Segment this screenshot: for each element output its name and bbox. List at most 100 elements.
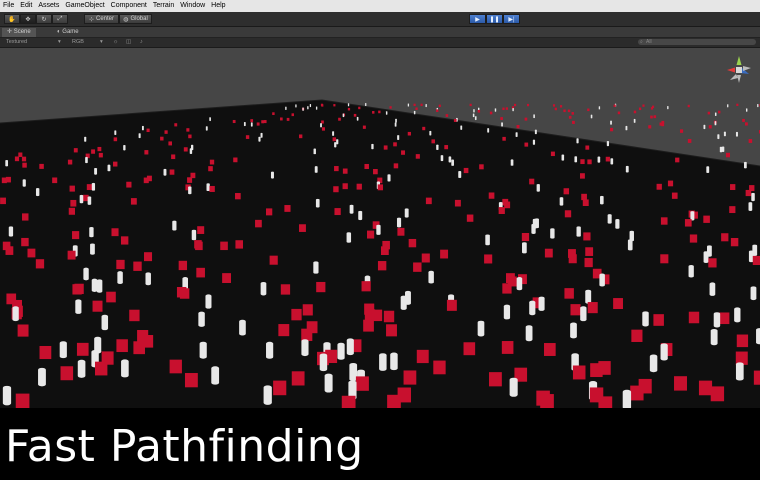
obstacle-cylinder bbox=[285, 106, 287, 110]
obstacle-cylinder bbox=[209, 117, 211, 122]
agent-cube bbox=[70, 199, 77, 207]
pause-button[interactable]: ❚❚ bbox=[486, 14, 503, 24]
obstacle-cylinder bbox=[371, 143, 374, 150]
agent-cube bbox=[184, 373, 198, 388]
obstacle-cylinder bbox=[145, 272, 151, 286]
agent-cube bbox=[667, 180, 674, 187]
scene-lighting-toggle[interactable]: ☼ bbox=[113, 38, 118, 47]
agent-cube bbox=[111, 228, 119, 237]
agent-cube bbox=[169, 169, 175, 175]
agent-cube bbox=[116, 339, 128, 353]
agent-cube bbox=[748, 139, 753, 143]
menu-gameobject[interactable]: GameObject bbox=[62, 0, 107, 12]
agent-cube bbox=[113, 137, 118, 142]
agent-cube bbox=[278, 324, 290, 337]
agent-cube bbox=[233, 157, 238, 163]
obstacle-cylinder bbox=[123, 144, 126, 151]
move-tool-button[interactable]: ✥ bbox=[20, 14, 36, 24]
obstacle-cylinder bbox=[642, 311, 649, 327]
tab-game[interactable]: ◐ Game bbox=[52, 28, 84, 37]
render-mode-dropdown[interactable]: Textured bbox=[6, 38, 27, 47]
agent-cube bbox=[633, 110, 637, 114]
gizmo-neg-x-axis bbox=[743, 66, 751, 71]
agent-cube bbox=[544, 248, 553, 258]
pivot-icon: ⊹ bbox=[88, 16, 94, 23]
agent-cube bbox=[580, 173, 585, 179]
agent-cube bbox=[466, 214, 474, 222]
obstacle-cylinder bbox=[719, 146, 723, 153]
menu-assets[interactable]: Assets bbox=[35, 0, 62, 12]
obstacle-cylinder bbox=[757, 104, 759, 108]
menu-help[interactable]: Help bbox=[208, 0, 228, 12]
obstacle-cylinder bbox=[379, 353, 387, 371]
agent-cube bbox=[688, 311, 700, 324]
agent-cube bbox=[744, 122, 748, 126]
rotate-tool-button[interactable]: ↻ bbox=[36, 14, 52, 24]
scene-control-bar: Textured ▾ RGB ▾ ☼ ◫ ♪ ⌕ All bbox=[0, 38, 760, 48]
obstacle-cylinder bbox=[94, 167, 98, 175]
agent-cube bbox=[209, 159, 215, 165]
agent-cube bbox=[502, 136, 506, 141]
scale-icon: ⤢ bbox=[57, 15, 63, 22]
obstacle-cylinder bbox=[336, 139, 339, 145]
agent-cube bbox=[580, 159, 585, 165]
tab-scene[interactable]: ✛ Scene bbox=[2, 28, 36, 37]
agent-cube bbox=[401, 150, 406, 155]
color-mode-dropdown[interactable]: RGB bbox=[72, 38, 84, 47]
menu-component[interactable]: Component bbox=[108, 0, 150, 12]
scale-tool-button[interactable]: ⤢ bbox=[52, 14, 68, 24]
space-global-button[interactable]: ◍ Global bbox=[119, 14, 152, 24]
agent-cube bbox=[584, 257, 593, 268]
space-label: Global bbox=[130, 16, 148, 22]
obstacle-cylinder bbox=[365, 102, 367, 107]
agent-cube bbox=[302, 304, 313, 316]
agent-cube bbox=[334, 166, 339, 172]
step-button[interactable]: ▶| bbox=[503, 14, 520, 24]
agent-cube bbox=[582, 199, 589, 207]
obstacle-cylinder bbox=[703, 124, 706, 130]
agent-cube bbox=[552, 104, 556, 107]
obstacle-cylinder bbox=[91, 182, 96, 191]
menu-terrain[interactable]: Terrain bbox=[150, 0, 177, 12]
menu-edit[interactable]: Edit bbox=[17, 0, 35, 12]
agent-cube bbox=[380, 246, 389, 255]
play-button[interactable]: ▶ bbox=[469, 14, 486, 24]
obstacle-cylinder bbox=[346, 232, 352, 243]
agent-cube bbox=[265, 208, 273, 216]
scene-gizmo[interactable] bbox=[724, 54, 754, 86]
agent-cube bbox=[675, 157, 680, 163]
obstacle-cylinder bbox=[533, 114, 535, 119]
obstacle-cylinder bbox=[309, 103, 312, 108]
agent-cube bbox=[745, 189, 752, 197]
obstacle-cylinder bbox=[319, 353, 328, 372]
obstacle-cylinder bbox=[117, 271, 123, 285]
obstacle-cylinder bbox=[748, 202, 753, 211]
menu-file[interactable]: File bbox=[0, 0, 17, 12]
agent-cube bbox=[524, 142, 529, 147]
pivot-center-button[interactable]: ⊹ Center bbox=[84, 14, 119, 24]
hand-tool-button[interactable]: ✋ bbox=[4, 14, 20, 24]
obstacle-cylinder bbox=[510, 159, 514, 166]
scene-search-input[interactable]: ⌕ All bbox=[638, 39, 756, 45]
menu-window[interactable]: Window bbox=[177, 0, 208, 12]
scene-fx-toggle[interactable]: ◫ bbox=[126, 38, 131, 47]
agent-cube bbox=[463, 342, 476, 356]
obstacle-cylinder bbox=[451, 159, 454, 166]
agent-cube bbox=[698, 380, 713, 396]
agent-cube bbox=[106, 291, 116, 303]
agent-cube bbox=[17, 324, 29, 337]
obstacle-cylinder bbox=[516, 277, 523, 291]
agent-cube bbox=[498, 207, 505, 215]
agent-cube bbox=[22, 213, 29, 221]
obstacle-cylinder bbox=[743, 161, 747, 169]
agent-cube bbox=[366, 230, 375, 239]
agent-cube bbox=[179, 288, 190, 299]
agent-cube bbox=[454, 199, 461, 207]
obstacle-cylinder bbox=[633, 118, 636, 123]
agent-cube bbox=[280, 284, 291, 295]
audio-toggle[interactable]: ♪ bbox=[140, 38, 143, 47]
obstacle-cylinder bbox=[258, 136, 261, 142]
agent-cube bbox=[730, 237, 739, 247]
agent-cube bbox=[373, 169, 378, 175]
obstacle-cylinder bbox=[121, 359, 129, 378]
